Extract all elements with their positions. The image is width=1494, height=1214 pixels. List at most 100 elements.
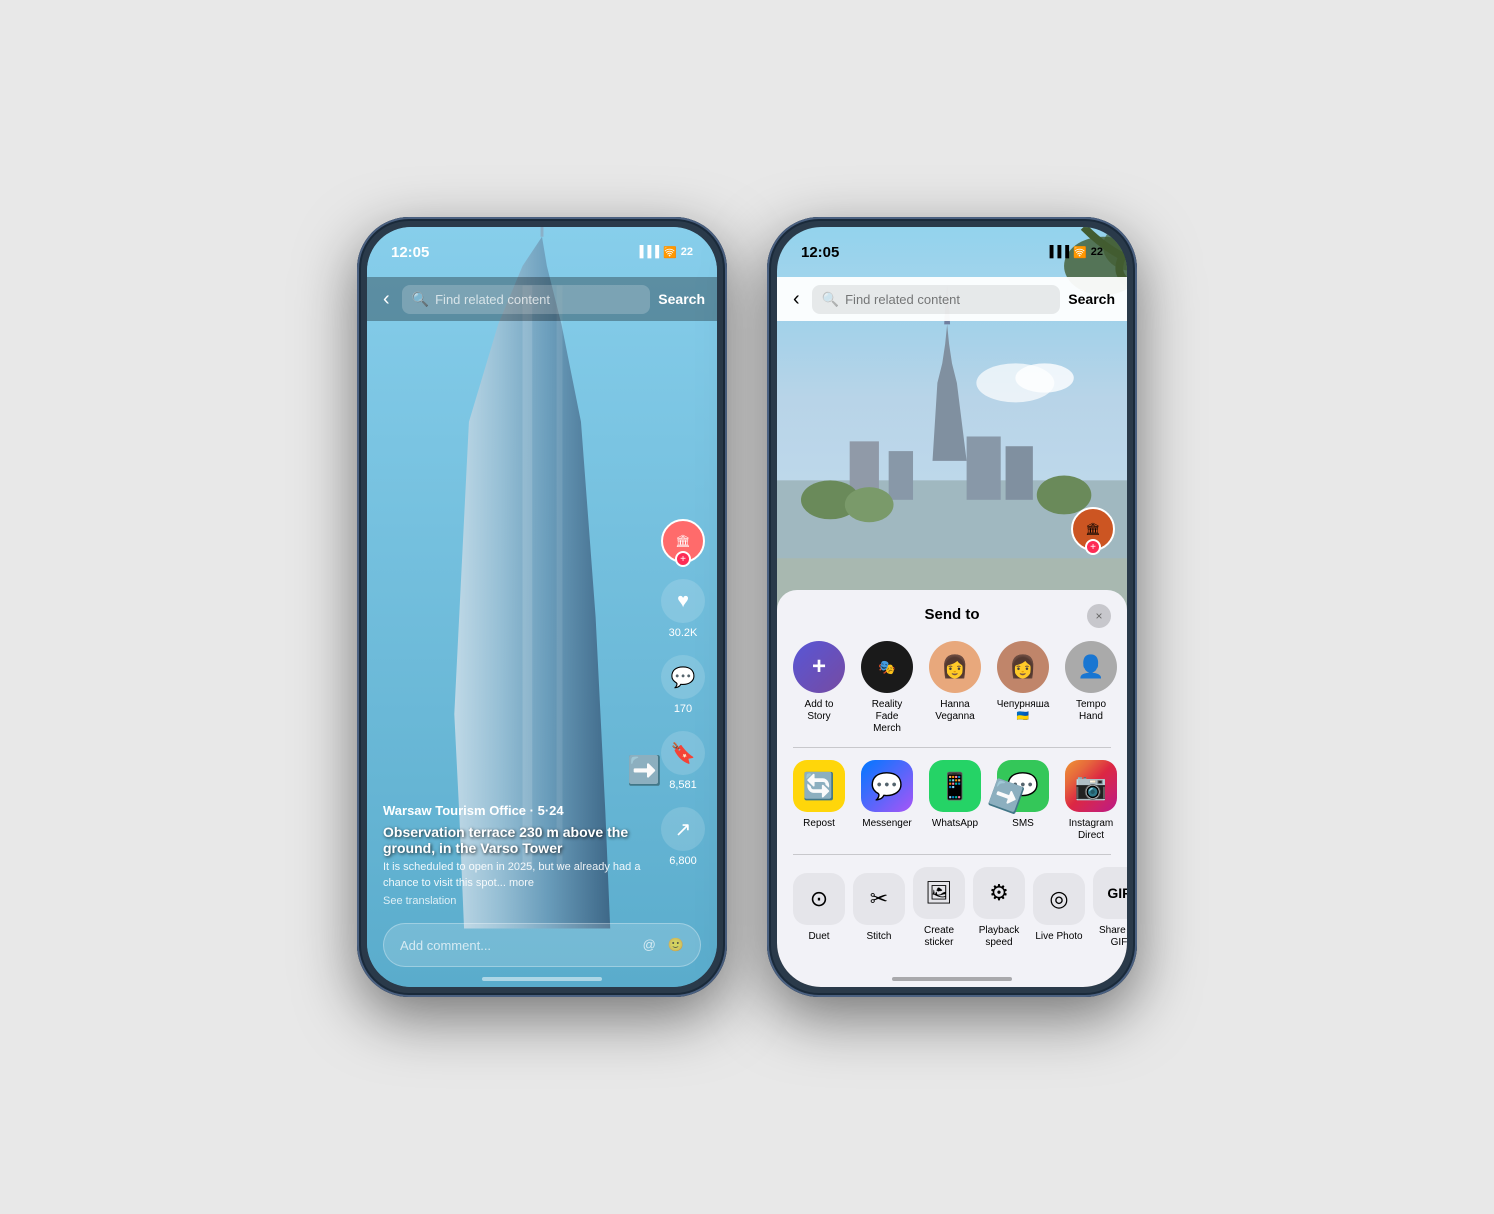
like-count: 30.2K bbox=[669, 627, 698, 639]
back-button[interactable]: ‹ bbox=[379, 284, 394, 315]
bookmark-icon: 🔖 bbox=[661, 731, 705, 775]
left-phone: 12:05 ▐▐▐ 🛜 22 ‹ 🔍 Find related content … bbox=[357, 217, 727, 997]
messenger-label: Messenger bbox=[862, 818, 911, 830]
wifi-icon: 🛜 bbox=[663, 246, 677, 259]
live-photo-icon: ◎ bbox=[1033, 873, 1085, 925]
apps-row: 🔄 Repost 💬 Messenger 📱 WhatsApp 💬 SMS bbox=[777, 752, 1127, 850]
search-button-right[interactable]: Search bbox=[1068, 291, 1115, 307]
follow-plus: + bbox=[675, 551, 691, 567]
home-indicator-right bbox=[892, 977, 1012, 981]
search-input[interactable]: 🔍 Find related content bbox=[402, 285, 651, 314]
stitch-icon: ✂ bbox=[853, 873, 905, 925]
contact-chepurnyasha[interactable]: 👩 Чепурняша 🇺🇦 bbox=[997, 641, 1049, 735]
back-button-right[interactable]: ‹ bbox=[789, 284, 804, 315]
sms-label: SMS bbox=[1012, 818, 1034, 830]
app-whatsapp[interactable]: 📱 WhatsApp bbox=[929, 760, 981, 842]
search-bar[interactable]: ‹ 🔍 Find related content Search bbox=[367, 277, 717, 321]
instagram-direct-label: Instagram Direct bbox=[1065, 818, 1117, 842]
home-indicator bbox=[482, 977, 602, 981]
search-bar-right[interactable]: ‹ 🔍 Find related content Search bbox=[777, 277, 1127, 321]
create-sticker-icon: 🖼 bbox=[913, 867, 965, 919]
battery-icon: 22 bbox=[681, 246, 693, 258]
stitch-label: Stitch bbox=[866, 931, 891, 943]
search-placeholder: Find related content bbox=[435, 292, 550, 307]
status-time: 12:05 bbox=[391, 244, 429, 261]
repost-icon: 🔄 bbox=[793, 760, 845, 812]
save-count: 8,581 bbox=[669, 779, 697, 791]
whatsapp-label: WhatsApp bbox=[932, 818, 978, 830]
video-username: Warsaw Tourism Office · 5·24 bbox=[383, 803, 657, 818]
tool-share-as-gif[interactable]: GIF Share as GIF bbox=[1093, 867, 1127, 949]
follow-plus-right: + bbox=[1085, 539, 1101, 555]
contacts-row: + Add to Story 🎭 Reality Fade Merch 👩 Ha… bbox=[777, 633, 1127, 743]
share-count: 6,800 bbox=[669, 855, 697, 867]
messenger-icon: 💬 bbox=[861, 760, 913, 812]
hanna-avatar: 👩 bbox=[929, 641, 981, 693]
tool-stitch[interactable]: ✂ Stitch bbox=[853, 873, 905, 943]
signal-icon-right: ▐▐▐ bbox=[1046, 246, 1069, 258]
battery-icon-right: 22 bbox=[1091, 246, 1103, 258]
share-close-button[interactable]: × bbox=[1087, 604, 1111, 628]
tool-playback-speed[interactable]: ⚙ Playback speed bbox=[973, 867, 1025, 949]
add-to-story-label: Add to Story bbox=[793, 699, 845, 723]
comment-button[interactable]: 💬 170 bbox=[661, 655, 705, 715]
profile-icon[interactable]: 🏛 + bbox=[661, 519, 705, 563]
arrow-annotation: ➡️ bbox=[627, 754, 662, 787]
share-sheet: Send to × + Add to Story 🎭 Rea bbox=[777, 590, 1127, 987]
see-translation[interactable]: See translation bbox=[383, 895, 657, 907]
tool-duet[interactable]: ⊙ Duet bbox=[793, 873, 845, 943]
share-as-gif-label: Share as GIF bbox=[1093, 925, 1127, 949]
status-icons: ▐▐▐ 🛜 22 bbox=[636, 246, 693, 259]
video-title: Observation terrace 230 m above the grou… bbox=[383, 824, 657, 856]
video-description: It is scheduled to open in 2025, but we … bbox=[383, 860, 657, 891]
like-button[interactable]: ♥ 30.2K bbox=[661, 579, 705, 639]
create-sticker-label: Create sticker bbox=[913, 925, 965, 949]
instagram-direct-icon: 📷 bbox=[1065, 760, 1117, 812]
contact-hanna[interactable]: 👩 Hanna Veganna bbox=[929, 641, 981, 735]
video-info: Warsaw Tourism Office · 5·24 Observation… bbox=[383, 803, 657, 907]
app-instagram-direct[interactable]: 📷 Instagram Direct bbox=[1065, 760, 1117, 842]
emoji-icon[interactable]: 🙂 bbox=[668, 937, 684, 953]
tempo-hand-label: Tempo Hand bbox=[1065, 699, 1117, 723]
comment-icon: 💬 bbox=[661, 655, 705, 699]
contact-reality-fade[interactable]: 🎭 Reality Fade Merch bbox=[861, 641, 913, 735]
search-placeholder-right: Find related content bbox=[845, 292, 960, 307]
wifi-icon-right: 🛜 bbox=[1073, 246, 1087, 259]
chepurnyasha-label: Чепурняша 🇺🇦 bbox=[997, 699, 1050, 723]
playback-speed-label: Playback speed bbox=[973, 925, 1025, 949]
comment-bar[interactable]: Add comment... @ 🙂 bbox=[383, 923, 701, 967]
profile-action[interactable]: 🏛 + bbox=[661, 519, 705, 563]
right-phone: 12:05 ▐▐▐ 🛜 22 ‹ 🔍 Find related content … bbox=[767, 217, 1137, 997]
divider-1 bbox=[793, 747, 1111, 748]
share-icon: ↗ bbox=[661, 807, 705, 851]
app-messenger[interactable]: 💬 Messenger bbox=[861, 760, 913, 842]
contact-add-to-story[interactable]: + Add to Story bbox=[793, 641, 845, 735]
duet-label: Duet bbox=[808, 931, 829, 943]
search-input-right[interactable]: 🔍 Find related content bbox=[812, 285, 1061, 314]
contact-tempo-hand[interactable]: 👤 Tempo Hand bbox=[1065, 641, 1117, 735]
tool-live-photo[interactable]: ◎ Live Photo bbox=[1033, 873, 1085, 943]
tools-row: ⊙ Duet ✂ Stitch 🖼 Create sticker ⚙ Playb… bbox=[777, 859, 1127, 957]
tool-create-sticker[interactable]: 🖼 Create sticker bbox=[913, 867, 965, 949]
reality-fade-avatar: 🎭 bbox=[861, 641, 913, 693]
comment-count: 170 bbox=[674, 703, 692, 715]
heart-icon: ♥ bbox=[661, 579, 705, 623]
side-actions: 🏛 + ♥ 30.2K 💬 170 🔖 8,581 ↗ bbox=[661, 519, 705, 867]
share-button[interactable]: ↗ 6,800 bbox=[661, 807, 705, 867]
comment-placeholder[interactable]: Add comment... bbox=[400, 938, 635, 953]
whatsapp-icon: 📱 bbox=[929, 760, 981, 812]
at-icon[interactable]: @ bbox=[643, 937, 656, 953]
status-time-right: 12:05 bbox=[801, 244, 839, 261]
save-button[interactable]: 🔖 8,581 bbox=[661, 731, 705, 791]
profile-action-right[interactable]: 🏛 + bbox=[1071, 507, 1115, 551]
app-repost[interactable]: 🔄 Repost bbox=[793, 760, 845, 842]
search-button[interactable]: Search bbox=[658, 291, 705, 307]
profile-icon-right[interactable]: 🏛 + bbox=[1071, 507, 1115, 551]
tempo-hand-avatar: 👤 bbox=[1065, 641, 1117, 693]
status-bar-right: 12:05 ▐▐▐ 🛜 22 bbox=[777, 227, 1127, 277]
comment-icons: @ 🙂 bbox=[643, 937, 684, 953]
reality-fade-label: Reality Fade Merch bbox=[861, 699, 913, 735]
status-icons-right: ▐▐▐ 🛜 22 bbox=[1046, 246, 1103, 259]
status-bar: 12:05 ▐▐▐ 🛜 22 bbox=[367, 227, 717, 277]
add-to-story-avatar: + bbox=[793, 641, 845, 693]
